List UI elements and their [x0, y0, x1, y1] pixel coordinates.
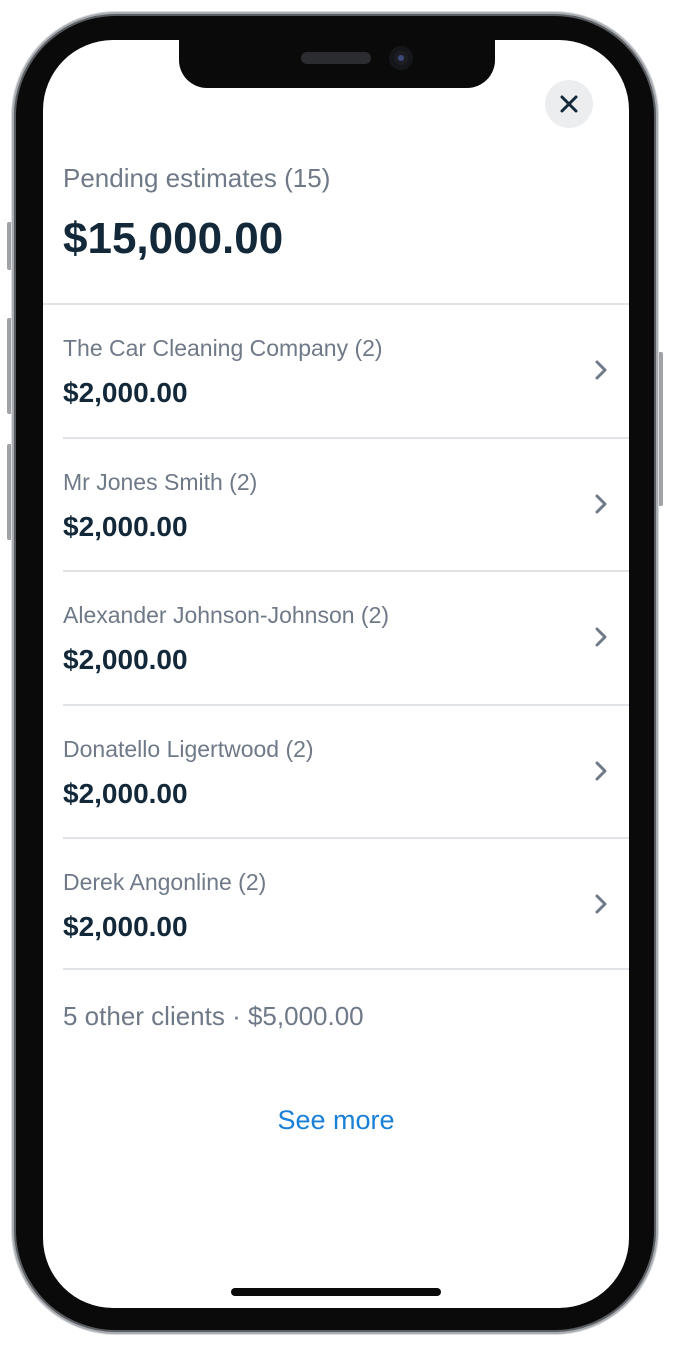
client-row[interactable]: Derek Angonline (2) $2,000.00	[63, 839, 629, 970]
speaker-grille	[301, 52, 371, 64]
client-amount: $2,000.00	[63, 377, 188, 408]
client-amount: $2,000.00	[63, 911, 188, 942]
client-amount: $2,000.00	[63, 511, 188, 542]
screen: Pending estimates (15) $15,000.00 The Ca…	[43, 40, 629, 1308]
client-list: The Car Cleaning Company (2) $2,000.00 M…	[63, 305, 629, 970]
client-amount: $2,000.00	[63, 778, 188, 809]
client-row[interactable]: Donatello Ligertwood (2) $2,000.00	[63, 706, 629, 839]
client-row[interactable]: Mr Jones Smith (2) $2,000.00	[63, 439, 629, 572]
chevron-right-icon	[595, 894, 607, 914]
notch	[179, 40, 495, 88]
chevron-right-icon	[595, 761, 607, 781]
close-button[interactable]	[545, 80, 593, 128]
chevron-right-icon	[595, 494, 607, 514]
client-name: Derek Angonline (2)	[63, 869, 267, 895]
pending-estimates-summary: Pending estimates (15) $15,000.00	[63, 158, 629, 263]
home-indicator[interactable]	[231, 1288, 441, 1296]
client-row[interactable]: Alexander Johnson-Johnson (2) $2,000.00	[63, 572, 629, 706]
see-more-link[interactable]: See more	[43, 1102, 629, 1138]
power-button	[658, 352, 663, 506]
close-icon	[560, 95, 578, 113]
client-amount: $2,000.00	[63, 644, 188, 675]
client-name: Mr Jones Smith (2)	[63, 469, 258, 495]
chevron-right-icon	[595, 627, 607, 647]
client-row[interactable]: The Car Cleaning Company (2) $2,000.00	[63, 305, 629, 439]
device-mockup: Pending estimates (15) $15,000.00 The Ca…	[0, 0, 674, 1346]
chevron-right-icon	[595, 360, 607, 380]
client-name: Alexander Johnson-Johnson (2)	[63, 602, 390, 628]
client-name: Donatello Ligertwood (2)	[63, 736, 314, 762]
other-clients-summary: 5 other clients · $5,000.00	[63, 1001, 364, 1031]
summary-total: $15,000.00	[63, 214, 284, 263]
front-camera	[389, 46, 413, 70]
client-name: The Car Cleaning Company (2)	[63, 335, 383, 361]
summary-title: Pending estimates (15)	[63, 163, 331, 193]
